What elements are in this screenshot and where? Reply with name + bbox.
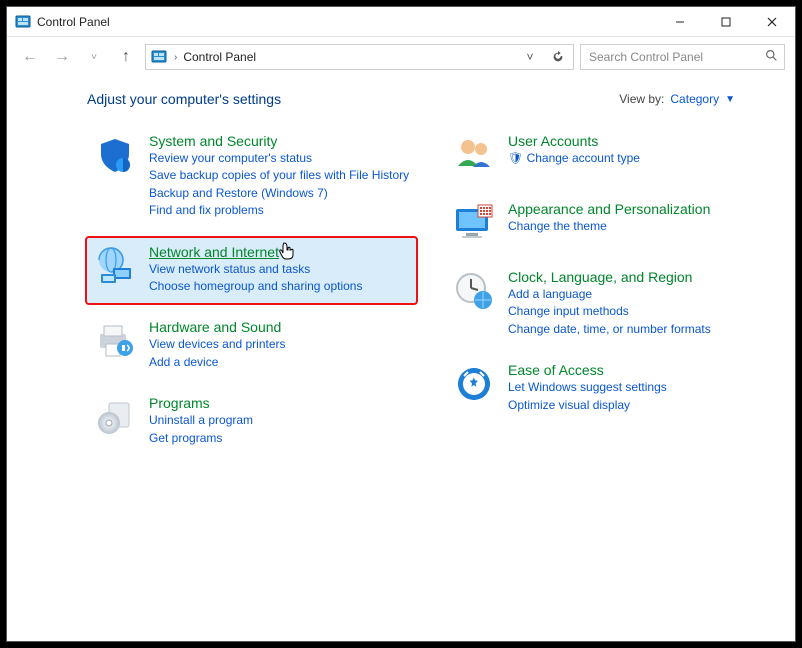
sub-link[interactable]: 🛡 Change account type <box>508 150 769 167</box>
sub-link[interactable]: Backup and Restore (Windows 7) <box>149 185 410 202</box>
sub-link[interactable]: View network status and tasks <box>149 261 410 278</box>
sub-link[interactable]: Optimize visual display <box>508 397 769 414</box>
sub-link[interactable]: Add a language <box>508 286 769 303</box>
back-button[interactable]: ← <box>17 44 43 70</box>
control-panel-window: Control Panel ← → ˅ ↑ › Control Panel ˅ <box>6 6 796 642</box>
sub-link[interactable]: Find and fix problems <box>149 202 410 219</box>
up-button[interactable]: ↑ <box>113 44 139 70</box>
clock-globe-icon <box>452 269 496 313</box>
category-system-security[interactable]: System and Security Review your computer… <box>87 127 416 228</box>
maximize-button[interactable] <box>703 7 749 37</box>
sub-link[interactable]: Uninstall a program <box>149 412 410 429</box>
sub-link[interactable]: Change date, time, or number formats <box>508 321 769 338</box>
breadcrumb-root[interactable]: Control Panel <box>183 50 256 64</box>
window-title: Control Panel <box>37 15 110 29</box>
sub-link[interactable]: Change the theme <box>508 218 769 235</box>
category-title[interactable]: Hardware and Sound <box>149 319 410 335</box>
address-bar[interactable]: › Control Panel ˅ <box>145 44 574 70</box>
nav-toolbar: ← → ˅ ↑ › Control Panel ˅ <box>7 37 795 77</box>
sub-link[interactable]: Get programs <box>149 430 410 447</box>
sub-link[interactable]: Let Windows suggest settings <box>508 379 769 396</box>
category-hardware-sound[interactable]: Hardware and Sound View devices and prin… <box>87 313 416 379</box>
view-by-label: View by: <box>619 92 664 106</box>
monitor-theme-icon <box>452 201 496 245</box>
address-dropdown-button[interactable]: ˅ <box>519 46 541 68</box>
content-area: Adjust your computer's settings View by:… <box>7 77 795 641</box>
category-network-internet[interactable]: Network and Internet View network status… <box>87 238 416 304</box>
category-title[interactable]: System and Security <box>149 133 410 149</box>
sub-link[interactable]: Choose homegroup and sharing options <box>149 278 410 295</box>
minimize-button[interactable] <box>657 7 703 37</box>
recent-dropdown[interactable]: ˅ <box>81 44 107 70</box>
globe-network-icon <box>93 244 137 288</box>
sub-link[interactable]: Change input methods <box>508 303 769 320</box>
forward-button[interactable]: → <box>49 44 75 70</box>
sub-link[interactable]: Review your computer's status <box>149 150 410 167</box>
sub-link[interactable]: View devices and printers <box>149 336 410 353</box>
category-title[interactable]: Network and Internet <box>149 244 410 260</box>
search-input[interactable] <box>587 49 765 65</box>
disc-box-icon <box>93 395 137 439</box>
chevron-down-icon: ▼ <box>725 94 735 105</box>
page-heading: Adjust your computer's settings <box>87 91 281 107</box>
sub-link[interactable]: Add a device <box>149 354 410 371</box>
category-appearance-personalization[interactable]: Appearance and Personalization Change th… <box>446 195 775 253</box>
control-panel-icon <box>15 14 31 30</box>
category-programs[interactable]: Programs Uninstall a program Get program… <box>87 389 416 455</box>
close-button[interactable] <box>749 7 795 37</box>
category-title[interactable]: Clock, Language, and Region <box>508 269 769 285</box>
view-by-value[interactable]: Category <box>670 92 719 106</box>
sub-link[interactable]: Save backup copies of your files with Fi… <box>149 167 410 184</box>
category-clock-language-region[interactable]: Clock, Language, and Region Add a langua… <box>446 263 775 346</box>
category-title[interactable]: Ease of Access <box>508 362 769 378</box>
category-title[interactable]: Programs <box>149 395 410 411</box>
refresh-button[interactable] <box>547 46 569 68</box>
category-column-left: System and Security Review your computer… <box>87 127 416 455</box>
category-ease-of-access[interactable]: Ease of Access Let Windows suggest setti… <box>446 356 775 422</box>
category-title[interactable]: Appearance and Personalization <box>508 201 769 217</box>
category-user-accounts[interactable]: User Accounts 🛡 Change account type <box>446 127 775 185</box>
category-column-right: User Accounts 🛡 Change account type Appe… <box>446 127 775 455</box>
printer-icon <box>93 319 137 363</box>
breadcrumb-chevron-icon[interactable]: › <box>174 52 177 63</box>
search-box[interactable] <box>580 44 785 70</box>
shield-icon <box>93 133 137 177</box>
titlebar: Control Panel <box>7 7 795 37</box>
search-icon <box>765 49 778 65</box>
control-panel-icon <box>150 48 168 66</box>
view-by-control[interactable]: View by: Category ▼ <box>619 92 735 106</box>
category-title[interactable]: User Accounts <box>508 133 769 149</box>
people-icon <box>452 133 496 177</box>
ease-of-access-icon <box>452 362 496 406</box>
